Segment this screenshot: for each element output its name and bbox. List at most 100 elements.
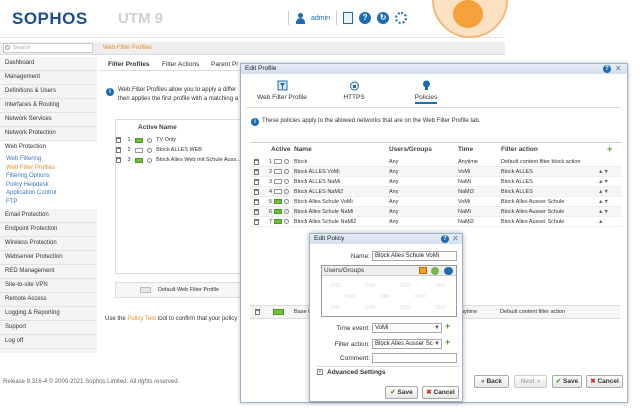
tab-filter-profiles[interactable]: Filter Profiles [108,61,150,68]
active-toggle[interactable] [135,147,144,153]
table-row[interactable]: 7 Block Alles Schule NaMi2 Any NaMi2 Blo… [250,217,622,227]
active-toggle[interactable] [273,309,284,315]
active-toggle[interactable] [135,157,144,163]
trash-icon[interactable] [254,219,259,225]
sidebar-item-interfaces[interactable]: Interfaces & Routing [0,99,97,113]
sidebar-item-log-off[interactable]: Log off [0,334,97,349]
next-button[interactable]: Next » [514,375,547,388]
folder-icon[interactable] [419,267,427,274]
tab-policies[interactable]: Policies [391,80,461,107]
table-row[interactable]: 6 Block Alles Schule NaMi Any NaMi Block… [250,207,622,217]
reorder-arrows-icon[interactable]: ▲▼ [598,169,609,175]
sidebar-item-webserver-protection[interactable]: Webserver Protection [0,250,97,265]
sidebar-sub-web-filter-profiles[interactable]: Web Filter Profiles [0,163,97,172]
trash-icon[interactable] [254,169,259,175]
active-toggle[interactable] [274,199,282,204]
radio-circle[interactable] [284,209,289,214]
tab-filter-actions[interactable]: Filter Actions [162,61,199,68]
add-group-icon[interactable] [444,267,453,275]
add-user-icon[interactable] [431,267,439,275]
policy-test-link[interactable]: Policy Test [127,316,156,322]
filter-action-select[interactable]: Block Alles Ausser Sc ▼ [372,339,442,349]
comment-input[interactable] [372,353,457,363]
edit-policy-title[interactable]: Edit Policy [310,234,462,244]
active-toggle[interactable] [135,137,144,143]
help-icon[interactable]: ? [359,12,372,24]
table-row[interactable]: 3 Block Alles Web mit Schule Auss... [116,157,242,166]
radio-circle[interactable] [284,169,289,174]
add-filter-action-icon[interactable]: + [445,337,450,347]
trash-icon[interactable] [254,179,259,185]
reorder-arrows-icon[interactable]: ▲ [598,219,603,225]
current-user[interactable]: admin [311,15,330,22]
trash-icon[interactable] [116,157,121,163]
active-toggle[interactable] [274,179,282,184]
user-icon[interactable] [295,12,305,24]
back-button[interactable]: « Back [474,375,509,388]
expand-icon[interactable]: + [317,369,323,375]
table-row[interactable]: 4 Block ALLES NaMi2 Any NaMi2 Block ALLE… [250,187,622,197]
sidebar-sub-filtering-options[interactable]: Filtering Options [0,172,97,181]
trash-icon[interactable] [116,147,121,153]
trash-icon[interactable] [254,199,259,205]
sidebar-item-logging[interactable]: Logging & Reporting [0,306,97,321]
policy-save-button[interactable]: ✔ Save [385,386,418,399]
cancel-button[interactable]: ✖ Cancel [586,375,623,388]
name-input[interactable]: Block Alles Schule VoMi [372,251,457,261]
help-icon[interactable]: ? [441,235,449,243]
close-icon[interactable]: ✕ [615,64,622,73]
advanced-settings-toggle[interactable]: Advanced Settings [316,366,459,378]
trash-icon[interactable] [254,209,259,215]
sidebar-item-web-protection[interactable]: Web Protection [0,141,97,155]
trash-icon[interactable] [255,309,260,315]
sidebar-item-wireless-protection[interactable]: Wireless Protection [0,236,97,251]
sidebar-item-red-management[interactable]: RED Management [0,264,97,279]
radio-circle[interactable] [284,199,289,204]
table-row[interactable]: 1 TV Only [116,137,242,146]
ring-icon[interactable] [395,12,408,24]
refresh-icon[interactable]: ↻ [377,12,390,24]
sidebar-item-endpoint-protection[interactable]: Endpoint Protection [0,222,97,237]
active-toggle[interactable] [274,189,282,194]
search-input[interactable]: Search [3,43,93,53]
sidebar-sub-policy-helpdesk[interactable]: Policy Helpdesk [0,180,97,189]
time-event-select[interactable]: VoMi ▼ [372,323,442,333]
radio-circle[interactable] [146,137,152,143]
save-button[interactable]: ✔ Save [552,375,582,388]
active-toggle[interactable] [274,169,282,174]
active-toggle[interactable] [274,219,282,224]
tab-parent-proxies[interactable]: Parent Pr [211,61,238,68]
policy-cancel-button[interactable]: ✖ Cancel [422,386,459,399]
table-row[interactable]: 2 Block ALLES WEB [116,147,242,156]
sidebar-item-dashboard[interactable]: Dashboard [0,57,97,71]
sidebar-item-network-services[interactable]: Network Services [0,113,97,127]
sidebar-item-email-protection[interactable]: Email Protection [0,208,97,223]
sidebar-item-management[interactable]: Management [0,71,97,85]
trash-icon[interactable] [254,159,259,165]
radio-circle[interactable] [284,219,289,224]
sidebar-sub-application-control[interactable]: Application Control [0,189,97,198]
reorder-arrows-icon[interactable]: ▲▼ [598,209,609,215]
sidebar-sub-web-filtering[interactable]: Web Filtering [0,155,97,164]
help-icon[interactable]: ? [603,65,611,73]
sidebar-item-support[interactable]: Support [0,320,97,335]
trash-icon[interactable] [116,137,121,143]
reorder-arrows-icon[interactable]: ▲▼ [598,199,609,205]
add-policy-icon[interactable]: + [607,144,612,154]
table-row[interactable]: 2 Block ALLES VoMi Any VoMi Block ALLES … [250,167,622,177]
sidebar-sub-ftp[interactable]: FTP [0,197,97,209]
tab-https[interactable]: HTTPS [319,80,389,107]
radio-circle[interactable] [284,189,289,194]
table-row[interactable]: 3 Block ALLES NaMi Any NaMi Block ALLES … [250,177,622,187]
sidebar-item-definitions[interactable]: Definitions & Users [0,85,97,99]
sidebar-item-site-to-site-vpn[interactable]: Site-to-site VPN [0,278,97,293]
reorder-arrows-icon[interactable]: ▲▼ [598,189,609,195]
document-icon[interactable] [343,12,354,24]
table-row[interactable]: 1 Block Any Anytime Default content filt… [250,157,622,167]
radio-circle[interactable] [146,157,152,163]
trash-icon[interactable] [254,189,259,195]
add-time-event-icon[interactable]: + [445,321,450,331]
sidebar-item-network-protection[interactable]: Network Protection [0,127,97,141]
radio-circle[interactable] [284,159,289,164]
close-icon[interactable]: ✕ [452,234,459,243]
